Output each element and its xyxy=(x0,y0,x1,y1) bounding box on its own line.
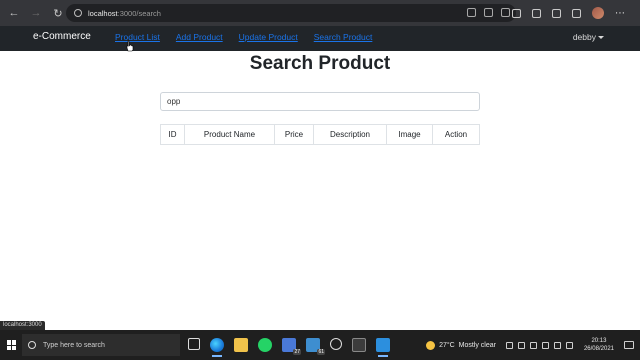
collections-icon[interactable] xyxy=(572,8,581,18)
notification-icon[interactable] xyxy=(624,341,634,349)
weather-text[interactable]: 27°C Mostly clear xyxy=(439,342,496,349)
edge-icon[interactable] xyxy=(210,338,224,357)
column-header-price: Price xyxy=(274,124,314,145)
address-url[interactable]: localhost:3000/search xyxy=(88,9,161,18)
products-table: ID Product Name Price Description Image … xyxy=(160,124,480,145)
taskbar-search[interactable]: Type here to search xyxy=(22,334,180,356)
network-icon[interactable] xyxy=(541,341,549,349)
profile-avatar[interactable] xyxy=(592,7,604,19)
forward-icon[interactable]: → xyxy=(28,5,44,21)
nav-link-add-product[interactable]: Add Product xyxy=(176,32,223,42)
more-menu-icon[interactable]: ⋯ xyxy=(615,8,625,19)
status-url-tooltip: localhost:3000 xyxy=(0,321,45,330)
search-input[interactable] xyxy=(160,92,480,111)
page-title: Search Product xyxy=(249,53,391,74)
microphone-icon[interactable] xyxy=(517,341,525,349)
app-icon[interactable]: 27 xyxy=(282,338,301,355)
app-badge: 27 xyxy=(293,349,301,355)
nav-link-update-product[interactable]: Update Product xyxy=(239,32,298,42)
reload-icon[interactable]: ↻ xyxy=(50,5,66,21)
column-header-action: Action xyxy=(432,124,480,145)
zoom-icon[interactable] xyxy=(467,8,476,17)
read-aloud-icon[interactable] xyxy=(484,8,493,17)
file-explorer-icon[interactable] xyxy=(234,338,248,352)
nav-link-product-list[interactable]: Product List xyxy=(115,32,160,42)
column-header-description: Description xyxy=(313,124,387,145)
caret-down-icon xyxy=(598,36,604,40)
column-header-image: Image xyxy=(386,124,433,145)
app-badge: 61 xyxy=(317,349,325,355)
whatsapp-icon[interactable] xyxy=(258,338,272,352)
user-dropdown[interactable]: debby xyxy=(573,32,604,42)
column-header-id: ID xyxy=(160,124,185,145)
volume-icon[interactable] xyxy=(553,341,561,349)
taskbar-apps: 27 61 xyxy=(188,338,390,357)
taskbar-search-placeholder: Type here to search xyxy=(43,341,105,349)
site-info-icon[interactable] xyxy=(74,9,82,17)
browser-toolbar: ← → ↻ localhost:3000/search ⋯ xyxy=(0,0,640,26)
nav-link-search-product[interactable]: Search Product xyxy=(314,32,373,42)
user-name: debby xyxy=(572,32,596,42)
app-navbar: e-Commerce Product List Add Product Upda… xyxy=(0,26,640,51)
favorites-icon[interactable] xyxy=(552,8,561,18)
table-header-row: ID Product Name Price Description Image … xyxy=(160,124,480,145)
people-icon[interactable] xyxy=(505,341,513,349)
clock[interactable]: 20:13 26/08/2021 xyxy=(584,337,614,353)
back-icon[interactable]: ← xyxy=(6,5,22,21)
app-icon[interactable]: 61 xyxy=(306,338,325,355)
battery-icon[interactable] xyxy=(565,341,573,349)
extension-icon[interactable] xyxy=(532,8,541,18)
camera-icon[interactable] xyxy=(529,341,537,349)
terminal-icon[interactable] xyxy=(352,338,366,352)
nav-links: Product List Add Product Update Product … xyxy=(115,32,388,42)
hand-cursor-icon xyxy=(126,40,134,52)
taskbar: Type here to search 27 61 27°C Mostly cl… xyxy=(0,330,640,360)
clock-time: 20:13 xyxy=(591,338,607,344)
extension-icon[interactable] xyxy=(512,8,521,18)
task-view-icon[interactable] xyxy=(188,338,200,350)
vscode-icon[interactable] xyxy=(376,338,390,357)
weather-icon[interactable] xyxy=(426,340,436,350)
clock-date: 26/08/2021 xyxy=(583,346,614,352)
bookmark-icon[interactable] xyxy=(501,8,510,17)
system-tray: 27°C Mostly clear 20:13 26/08/2021 xyxy=(426,330,640,360)
windows-start-icon[interactable] xyxy=(7,340,17,350)
column-header-product-name: Product Name xyxy=(184,124,275,145)
address-bar[interactable]: localhost:3000/search xyxy=(66,4,516,22)
search-icon xyxy=(28,341,36,349)
brand-link[interactable]: e-Commerce xyxy=(33,31,91,42)
chrome-icon[interactable] xyxy=(330,338,342,350)
